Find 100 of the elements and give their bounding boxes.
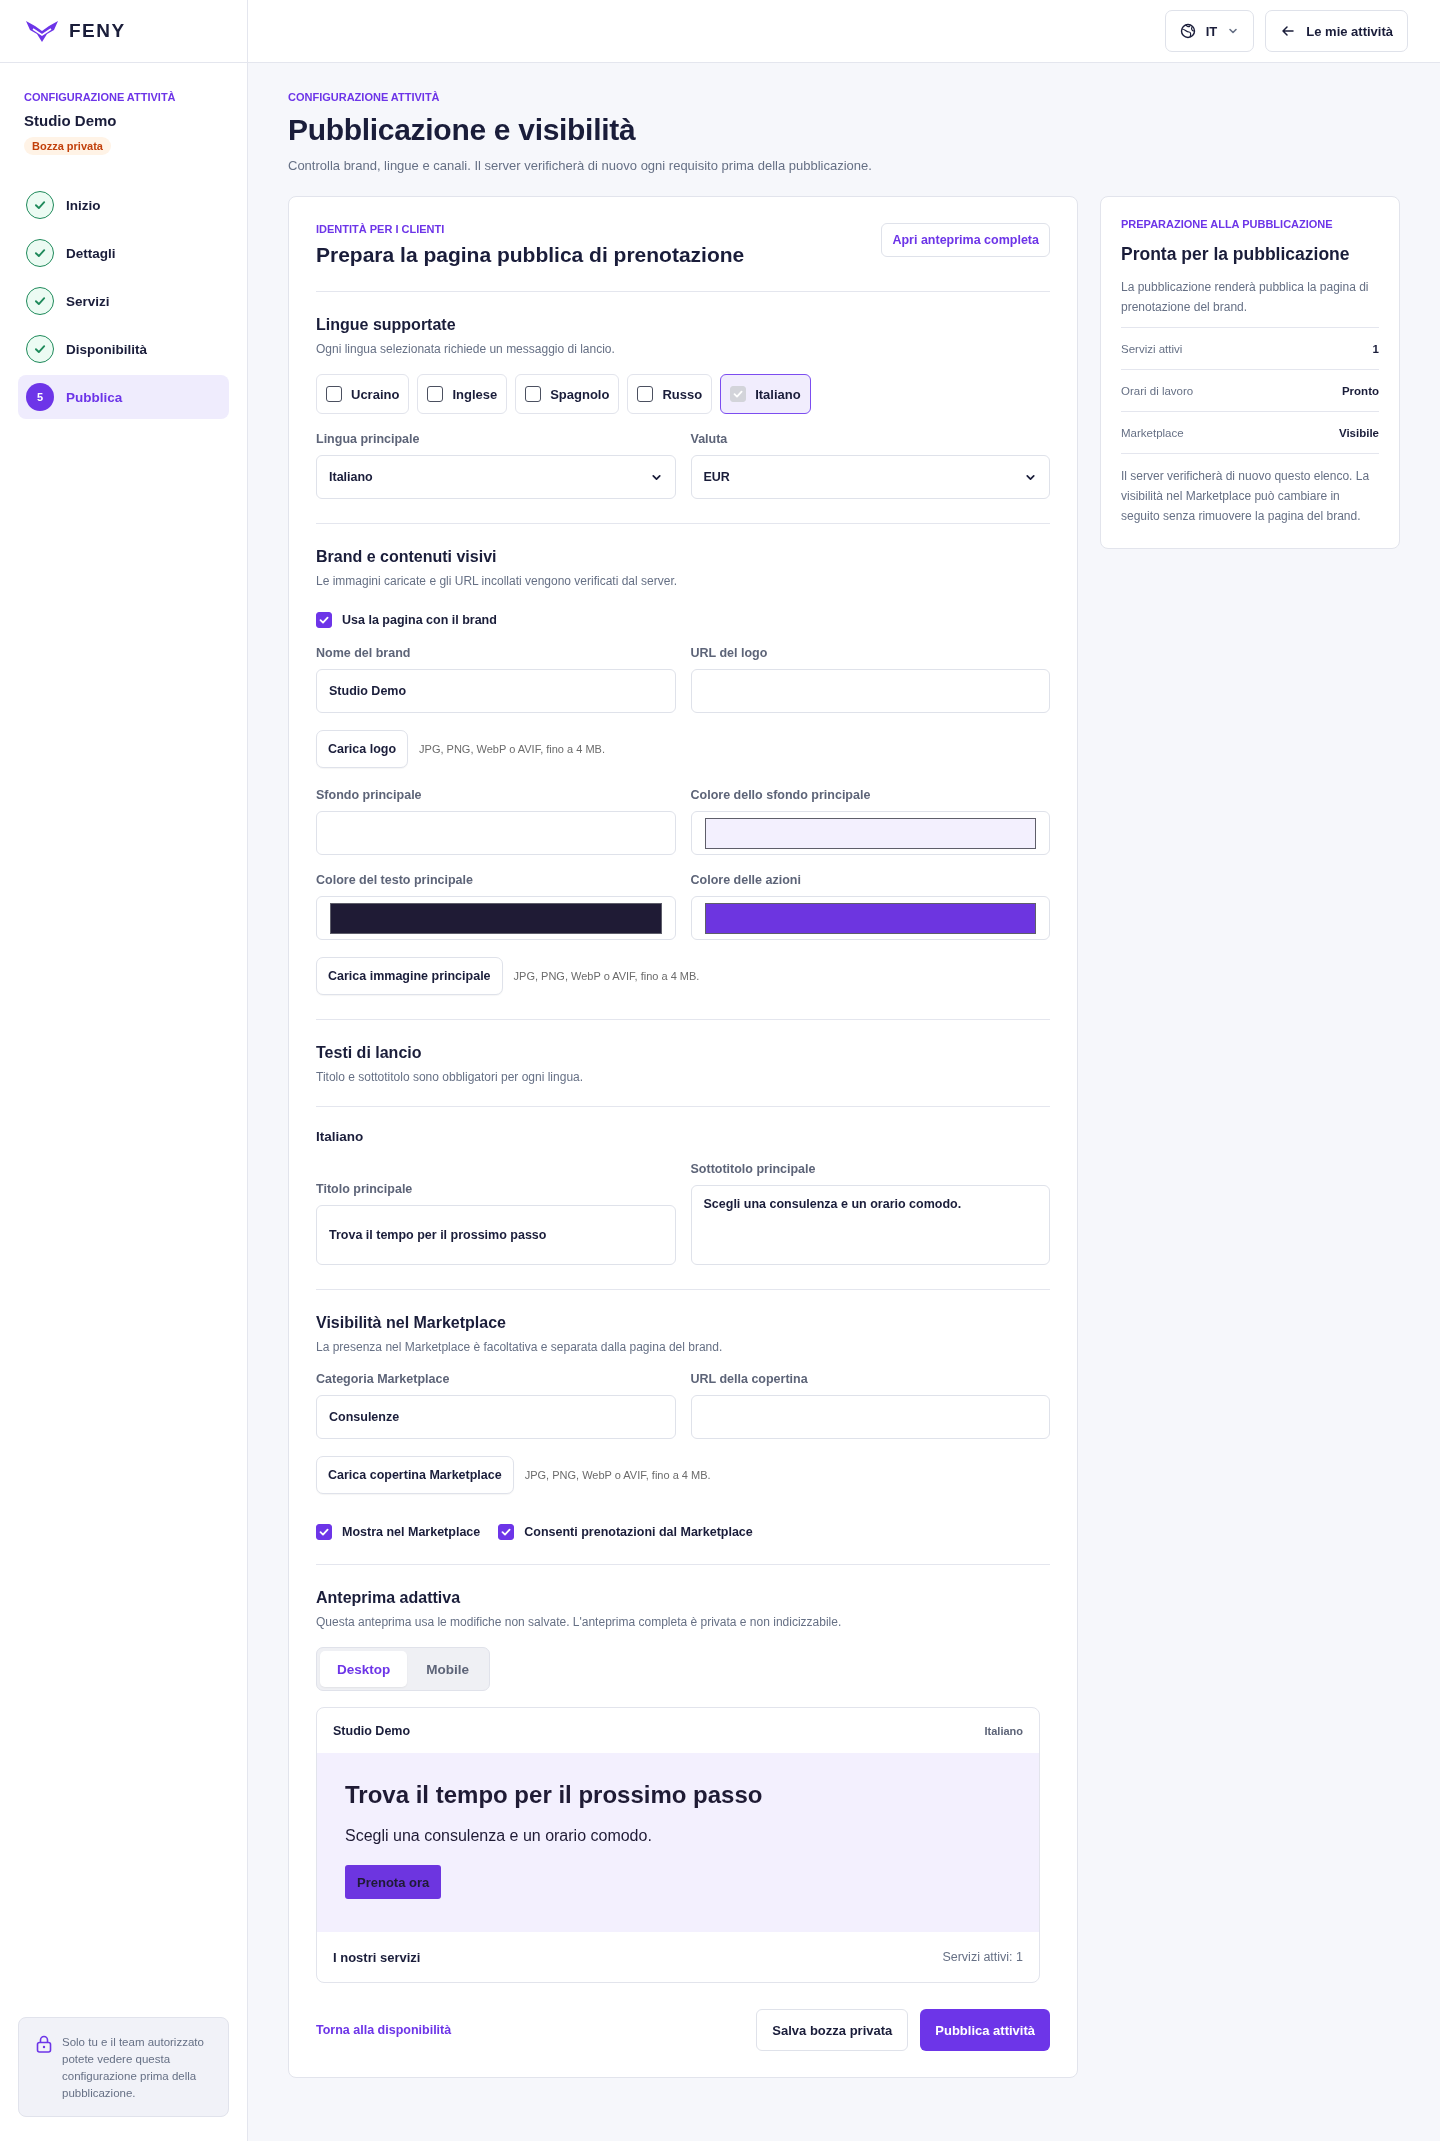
- field-label: Nome del brand: [316, 646, 412, 660]
- step-item[interactable]: 5 Pubblica: [18, 375, 229, 419]
- panel-title: Pronta per la pubblicazione: [1121, 244, 1351, 265]
- text-field[interactable]: [316, 811, 676, 855]
- business-name: Studio Demo: [24, 112, 118, 129]
- view-tab[interactable]: Desktop: [320, 1651, 408, 1687]
- checkbox-label[interactable]: Usa la pagina con il brand: [316, 612, 1050, 628]
- field-label: Categoria Marketplace: [316, 1372, 451, 1386]
- color-field[interactable]: [690, 896, 1050, 940]
- row-value: Visibile: [1338, 426, 1379, 439]
- checkbox-label[interactable]: Consenti prenotazioni dal Marketplace: [498, 1524, 753, 1540]
- field-label: Valuta: [690, 432, 729, 446]
- check-icon: [318, 614, 330, 626]
- language-option[interactable]: Spagnolo: [515, 374, 620, 414]
- check-icon: [500, 1526, 513, 1538]
- field-label: Colore del testo principale: [316, 873, 474, 887]
- row-value: 1: [1372, 342, 1379, 355]
- panel-eyebrow: PREPARAZIONE ALLA PUBBLICAZIONE: [1121, 218, 1334, 230]
- select-field[interactable]: EUR: [690, 455, 1050, 499]
- step-item[interactable]: Disponibilità: [18, 327, 229, 371]
- section-title: Visibilità nel Marketplace: [316, 1314, 507, 1332]
- color-field[interactable]: [690, 811, 1050, 855]
- view-tab[interactable]: Mobile: [409, 1651, 486, 1687]
- back-button[interactable]: Le mie attività: [1265, 10, 1408, 52]
- wing-logo-icon: [25, 18, 59, 44]
- note-text: Solo tu e il team autorizzato potete vedere questa configurazione prima della pubblicazione.: [62, 2035, 205, 2101]
- upload-button[interactable]: Carica copertina Marketplace: [316, 1456, 514, 1494]
- text-field[interactable]: Trova il tempo per il prossimo passo: [316, 1205, 676, 1265]
- checkbox[interactable]: [637, 386, 654, 402]
- text-field[interactable]: [690, 1395, 1050, 1439]
- row-label: Servizi attivi: [1121, 342, 1183, 355]
- checkbox[interactable]: [326, 386, 342, 402]
- page-title: Pubblicazione e visibilità: [288, 113, 637, 147]
- language-option[interactable]: Inglese: [417, 374, 508, 414]
- preview-subtitle: Scegli una consulenza e un orario comodo.: [345, 1827, 653, 1845]
- preview-headline: Trova il tempo per il prossimo passo: [345, 1781, 764, 1809]
- text-field[interactable]: [690, 669, 1050, 713]
- textarea-field[interactable]: Scegli una consulenza e un orario comodo.: [690, 1185, 1050, 1265]
- publish-button[interactable]: Pubblica attività: [920, 2009, 1050, 2051]
- back-link[interactable]: Torna alla disponibilità: [316, 2023, 452, 2037]
- field-label: Sfondo principale: [316, 788, 423, 802]
- color-field[interactable]: [316, 896, 676, 940]
- section-eyebrow: CONFIGURAZIONE ATTIVITÀ: [24, 91, 177, 103]
- checkbox-label[interactable]: Mostra nel Marketplace: [316, 1524, 481, 1540]
- select-field[interactable]: Italiano: [316, 455, 676, 499]
- check-icon: [33, 246, 47, 260]
- check-icon: [732, 388, 745, 400]
- panel-note: Il server verificherà di nuovo questo elenco. La visibilità nel Marketplace può cambiare in seguito senza rimuovere la pagina del brand.: [1121, 453, 1379, 526]
- preview-button[interactable]: Apri anteprima completa: [881, 223, 1050, 257]
- check-icon: [33, 198, 47, 212]
- step-item[interactable]: Dettagli: [18, 231, 229, 275]
- language-option[interactable]: Ucraino: [316, 374, 410, 414]
- field-label: Colore delle azioni: [690, 873, 802, 887]
- section-hint: Questa anteprima usa le modifiche non salvate. L'anteprima completa è privata e non indicizzabile.: [316, 1615, 843, 1629]
- text-field[interactable]: Consulenze: [316, 1395, 676, 1439]
- upload-hint: JPG, PNG, WebP o AVIF, fino a 4 MB.: [513, 970, 700, 982]
- checkbox[interactable]: [498, 1524, 515, 1540]
- checkbox[interactable]: [427, 386, 444, 402]
- step-item[interactable]: Servizi: [18, 279, 229, 323]
- field-label: Colore dello sfondo principale: [690, 788, 872, 802]
- field-label: URL della copertina: [690, 1372, 809, 1386]
- check-icon: [318, 1526, 330, 1538]
- page-eyebrow: CONFIGURAZIONE ATTIVITÀ: [288, 91, 441, 103]
- preview-services-count: Servizi attivi: 1: [942, 1950, 1023, 1964]
- upload-button[interactable]: Carica logo: [316, 730, 409, 768]
- step-item[interactable]: Inizio: [18, 183, 229, 227]
- language-select[interactable]: IT: [1164, 10, 1255, 52]
- check-icon: [33, 342, 47, 356]
- text-field[interactable]: Studio Demo: [316, 669, 676, 713]
- preview-brand: Studio Demo: [333, 1723, 411, 1738]
- lock-icon: [36, 2035, 52, 2053]
- section-title: Testi di lancio: [316, 1044, 423, 1062]
- globe-icon: [1179, 23, 1196, 39]
- save-draft-button[interactable]: Salva bozza privata: [756, 2009, 909, 2051]
- row-label: Orari di lavoro: [1121, 384, 1194, 397]
- check-icon: [33, 294, 47, 308]
- checkbox[interactable]: [316, 612, 332, 628]
- upload-hint: JPG, PNG, WebP o AVIF, fino a 4 MB.: [419, 743, 605, 755]
- checkbox[interactable]: [525, 386, 542, 402]
- row-value: Pronto: [1341, 384, 1379, 397]
- preview-language: Italiano: [984, 1724, 1023, 1737]
- section-title: Brand e contenuti visivi: [316, 548, 498, 566]
- section-title: Anteprima adattiva: [316, 1589, 462, 1607]
- brand-name: FENY: [69, 20, 126, 42]
- language-option[interactable]: Russo: [627, 374, 713, 414]
- upload-button[interactable]: Carica immagine principale: [316, 957, 503, 995]
- field-label: Sottotitolo principale: [690, 1162, 817, 1176]
- panel-text: La pubblicazione renderà pubblica la pagina di prenotazione del brand.: [1121, 279, 1370, 316]
- checkbox[interactable]: [316, 1524, 332, 1540]
- step-number: 5: [26, 383, 54, 411]
- arrow-left-icon: [1280, 23, 1297, 39]
- section-hint: Titolo e sottotitolo sono obbligatori per ogni lingua.: [316, 1070, 585, 1084]
- row-label: Marketplace: [1121, 426, 1184, 439]
- field-label: Lingua principale: [316, 432, 421, 446]
- section-hint: Le immagini caricate e gli URL incollati vengono verificati dal server.: [316, 574, 679, 588]
- preview-services-title: I nostri servizi: [333, 1949, 421, 1965]
- card-eyebrow: IDENTITÀ PER I CLIENTI: [316, 223, 446, 235]
- field-label: Titolo principale: [316, 1182, 414, 1196]
- page-subtitle: Controlla brand, lingue e canali. Il server verificherà di nuovo ogni requisito prima della pubblicazione.: [288, 158, 873, 173]
- language-heading: Italiano: [316, 1106, 1050, 1144]
